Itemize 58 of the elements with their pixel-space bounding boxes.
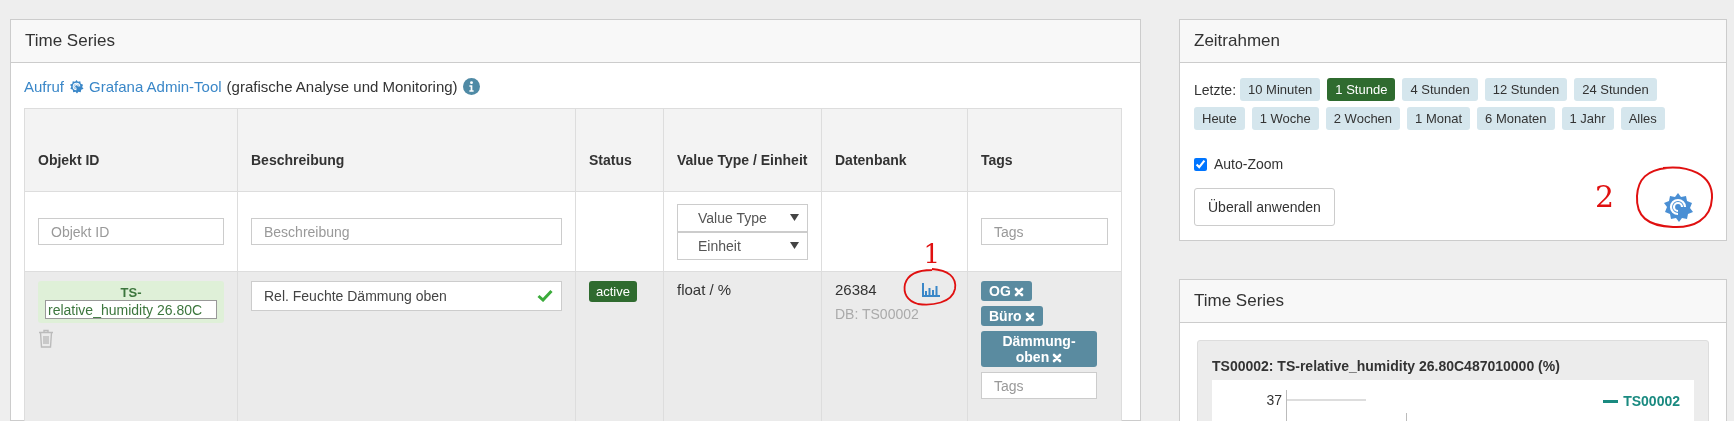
time-range-button[interactable]: 4 Stunden <box>1402 78 1478 101</box>
remove-icon[interactable] <box>1024 312 1035 322</box>
time-range-button[interactable]: Heute <box>1194 107 1245 130</box>
time-range-button[interactable]: 1 Stunde <box>1327 78 1396 101</box>
object-id-filter-field[interactable]: Objekt ID <box>38 218 224 245</box>
caret-icon <box>790 214 799 221</box>
time-range-button[interactable]: 24 Stunden <box>1574 78 1657 101</box>
time-range-button[interactable]: Alles <box>1620 107 1665 130</box>
column-header: Value Type / Einheit <box>663 108 822 192</box>
panel-title: Zeitrahmen <box>1180 20 1726 63</box>
object-id-field[interactable]: relative_humidity 26.80C <box>45 300 217 319</box>
type-unit-text: float / % <box>677 281 732 298</box>
tag: OG <box>981 281 1032 301</box>
remove-icon[interactable] <box>1052 353 1063 363</box>
object-id-prefix: TS- <box>120 285 142 300</box>
tag-input-field[interactable]: Tags <box>981 372 1097 399</box>
intro-text: (grafische Analyse und Monitoring) <box>226 78 458 95</box>
column-header: Datenbank <box>821 108 968 192</box>
panel-title: Time Series <box>1180 280 1726 323</box>
column-header: Objekt ID <box>24 108 238 192</box>
checkbox-label: Auto-Zoom <box>1214 156 1284 172</box>
grafana-admin-tool-link[interactable]: Grafana Admin-Tool <box>89 78 222 95</box>
gear-icon <box>69 79 85 94</box>
time-range-button[interactable]: 6 Monaten <box>1477 107 1555 130</box>
status-badge: active <box>589 281 637 302</box>
annotation-number: 1 <box>923 241 940 267</box>
legend-label: TS00002 <box>1623 393 1680 409</box>
bar-chart-icon[interactable] <box>922 282 940 297</box>
gear-icon[interactable] <box>1662 191 1694 223</box>
apply-everywhere-button[interactable]: Überall anwenden <box>1194 188 1335 226</box>
unit-dropdown[interactable]: Einheit <box>677 231 808 260</box>
axis-tick-label: 37 <box>1265 391 1283 410</box>
time-range-button[interactable]: 2 Wochen <box>1325 107 1401 130</box>
time-range-button[interactable]: 12 Stunden <box>1484 78 1568 101</box>
annotation-number: 2 <box>1594 182 1614 212</box>
auto-zoom-checkbox[interactable] <box>1194 157 1207 171</box>
remove-icon[interactable] <box>1013 287 1024 297</box>
database-name: DB: TS00002 <box>835 306 920 322</box>
range-label: Letzte: <box>1194 81 1237 98</box>
tags-filter-field[interactable]: Tags <box>981 218 1108 245</box>
panel-title: Time Series <box>11 20 1140 63</box>
tag: Dämmung-oben <box>981 331 1097 367</box>
chart-title: TS00002: TS-relative_humidity 26.80C487010000 (%) <box>1212 358 1561 374</box>
value-type-dropdown[interactable]: Value Type <box>677 203 808 232</box>
column-header: Status <box>575 108 664 192</box>
caret-icon <box>790 242 799 249</box>
tag: Büro <box>981 306 1043 326</box>
time-range-button[interactable]: 1 Woche <box>1251 107 1319 130</box>
description-filter-field[interactable]: Beschreibung <box>251 218 562 245</box>
time-range-button[interactable]: 1 Monat <box>1407 107 1471 130</box>
description-field[interactable]: Rel. Feuchte Dämmung oben <box>251 281 562 311</box>
call-link[interactable]: Aufruf <box>24 78 65 95</box>
column-header: Beschreibung <box>237 108 576 192</box>
time-range-button[interactable]: 10 Minuten <box>1240 78 1321 101</box>
info-icon[interactable] <box>462 78 480 95</box>
database-id: 26384 <box>835 281 877 298</box>
column-header: Tags <box>967 108 1122 192</box>
time-range-button[interactable]: 1 Jahr <box>1561 107 1614 130</box>
